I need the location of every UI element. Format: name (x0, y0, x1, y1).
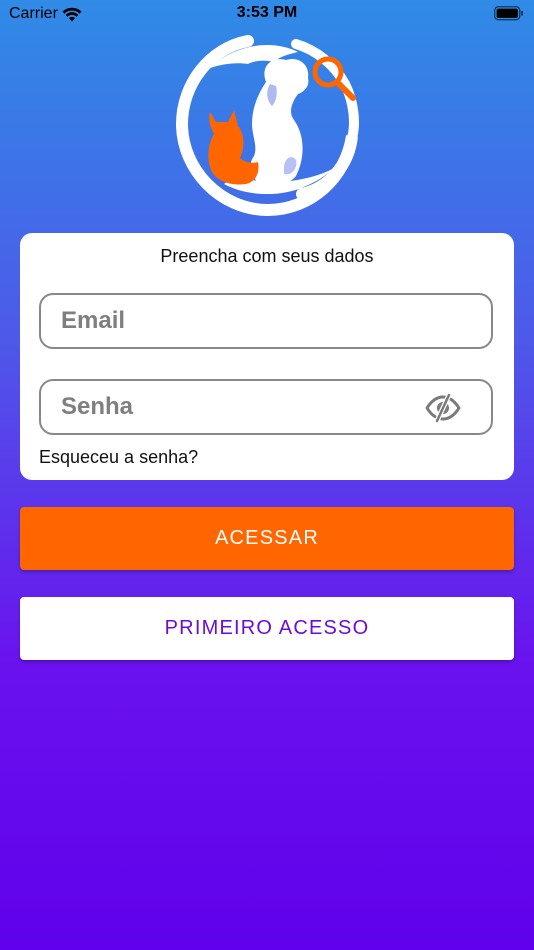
password-input[interactable] (61, 381, 421, 433)
pet-search-logo-icon (175, 35, 359, 217)
card-title: Preencha com seus dados (160, 246, 374, 266)
eye-off-icon[interactable] (425, 392, 461, 424)
forgot-password-link[interactable]: Esqueceu a senha? (39, 447, 198, 468)
email-input[interactable] (61, 295, 421, 347)
access-button[interactable]: ACESSAR (20, 507, 514, 570)
app-logo (170, 26, 366, 222)
email-field[interactable] (39, 293, 493, 349)
password-field[interactable] (39, 379, 493, 435)
first-access-button[interactable]: PRIMEIRO ACESSO (20, 597, 514, 660)
clock: 3:53 PM (236, 4, 298, 21)
login-card: Preencha com seus dados Esqueceu a senha… (20, 233, 514, 480)
battery-icon (494, 6, 524, 26)
status-bar: Carrier 3:53 PM (0, 0, 534, 28)
